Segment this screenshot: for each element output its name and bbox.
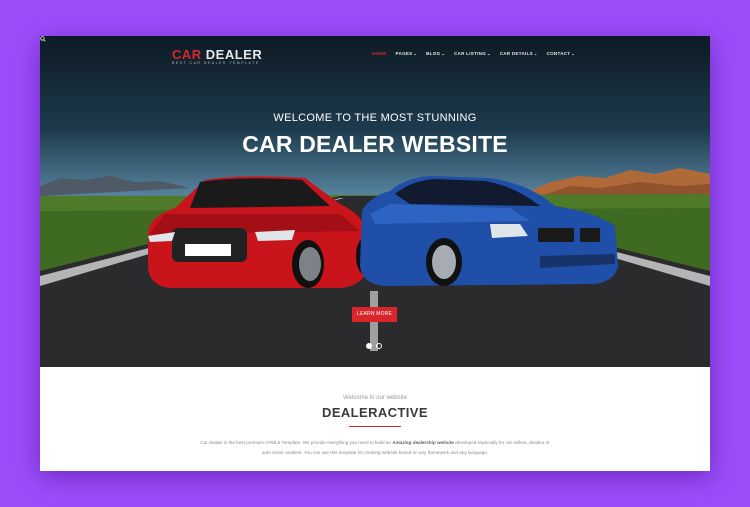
slider-pagination: [366, 343, 382, 349]
title-divider: [349, 426, 401, 427]
welcome-kicker: Welcome to our website: [343, 395, 407, 401]
top-navbar: CAR DEALER BEST CAR DEALER TEMPLATE HOME…: [40, 36, 710, 72]
nav-item-label: CONTACT: [546, 51, 571, 56]
chevron-down-icon: ⌄: [571, 51, 575, 56]
site-logo[interactable]: CAR DEALER: [172, 47, 262, 62]
logo-text-dealer: DEALER: [201, 47, 263, 62]
nav-item-label: HOME: [371, 51, 387, 56]
welcome-section: Welcome to our website DEALERACTIVE Car …: [40, 367, 710, 471]
nav-item-label: PAGES: [395, 51, 413, 56]
logo-text-car: CAR: [172, 47, 202, 62]
nav-item-label: CAR DETAILS: [499, 51, 533, 56]
nav-item-blog[interactable]: BLOG⌄: [426, 51, 445, 56]
nav-item-home[interactable]: HOME: [372, 51, 387, 56]
red-car: [148, 176, 372, 288]
nav-item-contact[interactable]: CONTACT⌄: [547, 51, 575, 56]
chevron-down-icon: ⌄: [413, 51, 418, 56]
paragraph-emphasis: Amazing dealership website: [392, 440, 454, 445]
chevron-down-icon: ⌄: [533, 51, 538, 56]
slider-dot-2[interactable]: [376, 343, 382, 349]
hero-slider: CAR DEALER BEST CAR DEALER TEMPLATE HOME…: [40, 36, 710, 367]
mountains-left: [40, 176, 190, 196]
learn-more-button[interactable]: LEARN MORE: [352, 307, 397, 322]
welcome-paragraph: Car Dealer is the best premium HTML5 Tem…: [200, 438, 550, 457]
main-nav: HOME PAGES⌄ BLOG⌄ CAR LISTING⌄ CAR DETAI…: [372, 51, 575, 56]
chevron-down-icon: ⌄: [487, 51, 491, 56]
hero-title: CAR DEALER WEBSITE: [242, 131, 508, 157]
nav-item-car-details[interactable]: CAR DETAILS⌄: [500, 51, 538, 56]
nav-item-label: BLOG: [426, 51, 441, 56]
slider-dot-1[interactable]: [366, 343, 372, 349]
chevron-down-icon: ⌄: [441, 51, 445, 56]
logo-tagline: BEST CAR DEALER TEMPLATE: [172, 61, 260, 65]
nav-item-car-listing[interactable]: CAR LISTING⌄: [454, 51, 491, 56]
browser-frame: CAR DEALER BEST CAR DEALER TEMPLATE HOME…: [40, 36, 710, 471]
welcome-title: DEALERACTIVE: [322, 405, 428, 420]
nav-item-label: CAR LISTING: [453, 51, 487, 56]
nav-item-pages[interactable]: PAGES⌄: [396, 51, 418, 56]
search-icon[interactable]: [40, 36, 46, 42]
hero-subtitle: WELCOME TO THE MOST STUNNING: [273, 112, 477, 124]
paragraph-text-start: Car Dealer is the best premium HTML5 Tem…: [200, 440, 393, 445]
